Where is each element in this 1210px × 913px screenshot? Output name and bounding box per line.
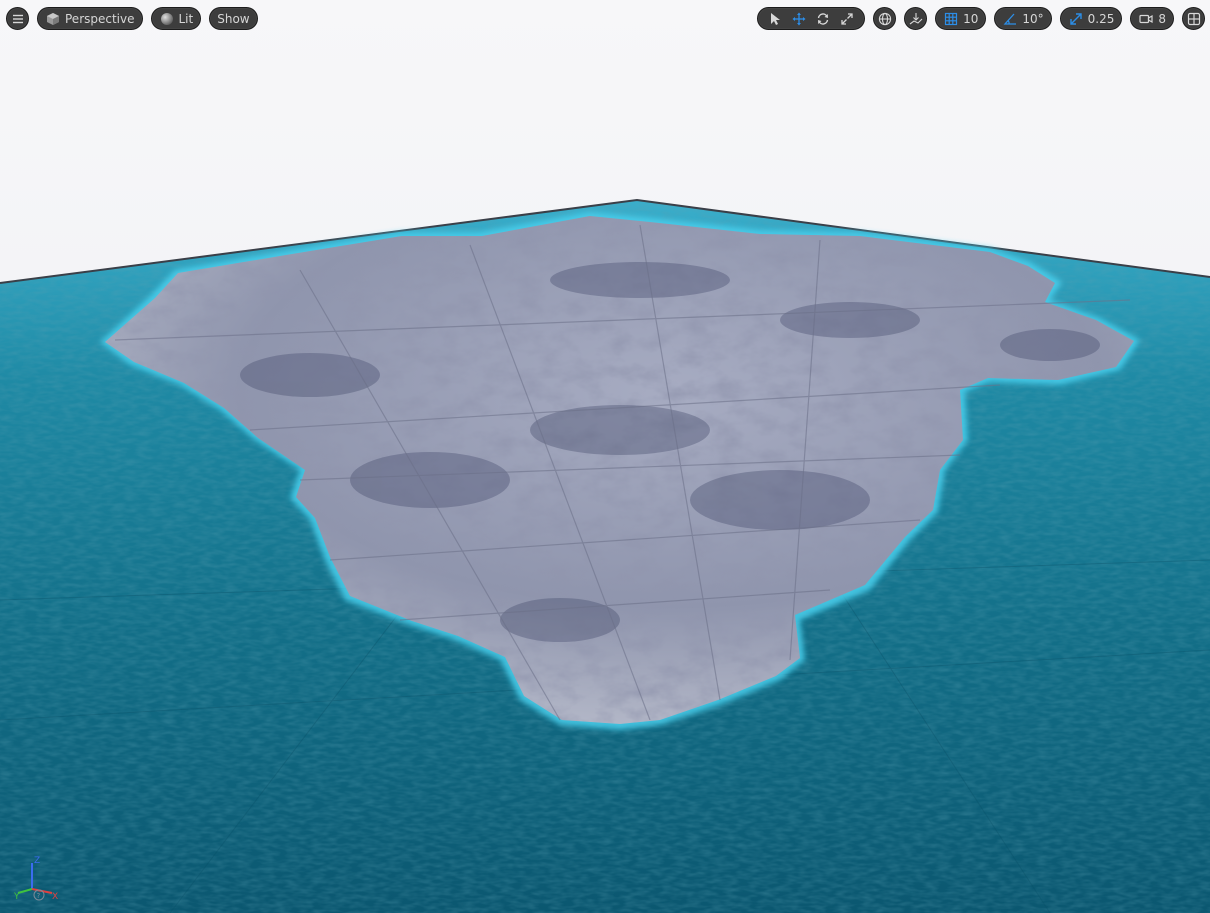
rotation-snap-button[interactable]: 10° [994, 7, 1052, 30]
surface-snapping-button[interactable] [904, 7, 928, 30]
x-axis-label: X [52, 892, 58, 902]
lighting-mode-button[interactable]: Lit [150, 7, 202, 30]
scale-snap-value: 0.25 [1087, 11, 1115, 26]
rotate-mode-button[interactable] [811, 9, 835, 29]
level-viewport[interactable]: Perspective Lit Show 10 10° 0.25 8 Z Y X… [0, 0, 1210, 913]
viewport-options-button[interactable] [6, 7, 29, 30]
scale-mode-button[interactable] [835, 9, 859, 29]
rotate-icon [816, 12, 830, 26]
translate-mode-button[interactable] [787, 9, 811, 29]
viewport-toolbar-right: 10 10° 0.25 8 [757, 6, 1205, 31]
show-flags-button[interactable]: Show [209, 7, 258, 30]
scene-render[interactable] [0, 0, 1210, 913]
view-mode-label: Perspective [65, 11, 135, 26]
select-mode-button[interactable] [763, 9, 787, 29]
grid-snap-value: 10 [963, 11, 979, 26]
viewport-toolbar-left: Perspective Lit Show [6, 6, 266, 31]
lighting-mode-label: Lit [178, 11, 194, 26]
transform-tools-group [757, 7, 866, 30]
hamburger-menu-icon [10, 11, 26, 27]
scale-snap-icon [1068, 11, 1084, 27]
move-arrows-icon [792, 12, 806, 26]
sphere-icon [159, 11, 175, 27]
surface-snap-icon [908, 11, 924, 27]
y-axis-label: Y [13, 892, 20, 902]
z-axis-label: Z [34, 856, 40, 866]
scale-snap-button[interactable]: 0.25 [1059, 7, 1123, 30]
camera-speed-value: 8 [1158, 11, 1166, 26]
viewport-layout-icon [1186, 11, 1202, 27]
globe-icon [877, 11, 893, 27]
viewport-layout-button[interactable] [1182, 7, 1205, 30]
camera-icon [1138, 11, 1154, 27]
rotation-snap-value: 10° [1022, 11, 1044, 26]
cube-icon [45, 11, 61, 27]
view-mode-button[interactable]: Perspective [37, 7, 143, 30]
scale-icon [840, 12, 854, 26]
y-axis-line [17, 888, 33, 894]
svg-text:?: ? [37, 892, 41, 900]
show-flags-label: Show [217, 11, 250, 26]
angle-icon [1002, 11, 1018, 27]
coordinate-system-button[interactable] [873, 7, 897, 30]
grid-icon [943, 11, 959, 27]
cursor-select-icon [768, 12, 782, 26]
axis-gizmo: Z Y X ? [12, 853, 64, 903]
grid-snap-button[interactable]: 10 [935, 7, 987, 30]
camera-speed-button[interactable]: 8 [1130, 7, 1174, 30]
